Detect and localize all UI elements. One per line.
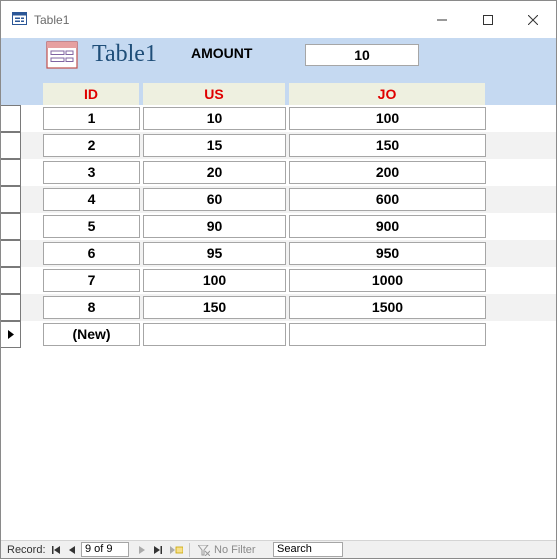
table-row: 5 90 900 (1, 213, 556, 240)
table-form-icon (46, 41, 78, 69)
us-field[interactable] (143, 323, 286, 346)
next-record-button[interactable] (137, 544, 147, 556)
maximize-button[interactable] (465, 7, 511, 33)
id-field[interactable]: 4 (43, 188, 140, 211)
record-selector[interactable] (1, 267, 21, 294)
previous-record-icon (69, 546, 75, 554)
id-field[interactable]: 1 (43, 107, 140, 130)
jo-field[interactable]: 200 (289, 161, 486, 184)
table-row: 7 100 1000 (1, 267, 556, 294)
column-header-us: US (143, 83, 285, 105)
jo-field[interactable]: 950 (289, 242, 486, 265)
jo-field[interactable] (289, 323, 486, 346)
record-selector[interactable] (1, 105, 21, 132)
new-record-button[interactable] (169, 544, 183, 556)
window-title: Table1 (34, 13, 70, 27)
form-window: Table1 Table1 AMOUNT 10 ID US JO 1 10 10… (0, 0, 557, 559)
filter-off-icon (198, 544, 210, 556)
separator (189, 543, 190, 557)
table-row: 1 10 100 (1, 105, 556, 132)
table-row: 2 15 150 (1, 132, 556, 159)
first-record-icon (52, 546, 60, 554)
new-record-icon (169, 546, 183, 554)
us-field[interactable]: 20 (143, 161, 286, 184)
close-icon (528, 15, 538, 25)
us-field[interactable]: 150 (143, 296, 286, 319)
form-title: Table1 (92, 41, 157, 67)
first-record-button[interactable] (51, 544, 61, 556)
table-row: 3 20 200 (1, 159, 556, 186)
record-selector[interactable] (1, 186, 21, 213)
record-selector[interactable] (1, 132, 21, 159)
navigation-bar: Record: 9 of 9 No Filter Search (1, 540, 556, 558)
us-field[interactable]: 10 (143, 107, 286, 130)
jo-field[interactable]: 900 (289, 215, 486, 238)
jo-field[interactable]: 600 (289, 188, 486, 211)
jo-field[interactable]: 1000 (289, 269, 486, 292)
close-button[interactable] (510, 7, 556, 33)
id-field[interactable]: (New) (43, 323, 140, 346)
next-record-icon (139, 546, 145, 554)
minimize-icon (437, 19, 447, 21)
id-field[interactable]: 6 (43, 242, 140, 265)
table-row: 6 95 950 (1, 240, 556, 267)
column-header-jo: JO (289, 83, 485, 105)
id-field[interactable]: 7 (43, 269, 140, 292)
jo-field[interactable]: 100 (289, 107, 486, 130)
us-field[interactable]: 15 (143, 134, 286, 157)
current-record-arrow-icon (7, 330, 14, 339)
last-record-button[interactable] (153, 544, 163, 556)
search-field[interactable]: Search (273, 542, 343, 557)
id-field[interactable]: 5 (43, 215, 140, 238)
jo-field[interactable]: 1500 (289, 296, 486, 319)
jo-field[interactable]: 150 (289, 134, 486, 157)
maximize-icon (483, 15, 493, 25)
last-record-icon (154, 546, 162, 554)
current-record-selector[interactable] (1, 321, 21, 348)
minimize-button[interactable] (419, 7, 465, 33)
form-header: Table1 AMOUNT 10 ID US JO (1, 38, 556, 105)
record-selector[interactable] (1, 294, 21, 321)
id-field[interactable]: 2 (43, 134, 140, 157)
us-field[interactable]: 60 (143, 188, 286, 211)
record-label: Record: (7, 544, 46, 556)
us-field[interactable]: 90 (143, 215, 286, 238)
id-field[interactable]: 3 (43, 161, 140, 184)
table-row: 8 150 1500 (1, 294, 556, 321)
new-record-row: (New) (1, 321, 556, 348)
amount-field[interactable]: 10 (305, 44, 419, 66)
form-window-icon (12, 12, 27, 25)
id-field[interactable]: 8 (43, 296, 140, 319)
column-header-id: ID (43, 83, 139, 105)
amount-label: AMOUNT (191, 45, 253, 61)
record-selector[interactable] (1, 240, 21, 267)
current-record-field[interactable]: 9 of 9 (81, 542, 129, 557)
us-field[interactable]: 100 (143, 269, 286, 292)
record-selector[interactable] (1, 159, 21, 186)
record-selector[interactable] (1, 213, 21, 240)
filter-label: No Filter (214, 544, 256, 556)
filter-button[interactable] (197, 544, 211, 556)
table-row: 4 60 600 (1, 186, 556, 213)
previous-record-button[interactable] (67, 544, 77, 556)
us-field[interactable]: 95 (143, 242, 286, 265)
title-bar[interactable]: Table1 (1, 1, 556, 38)
